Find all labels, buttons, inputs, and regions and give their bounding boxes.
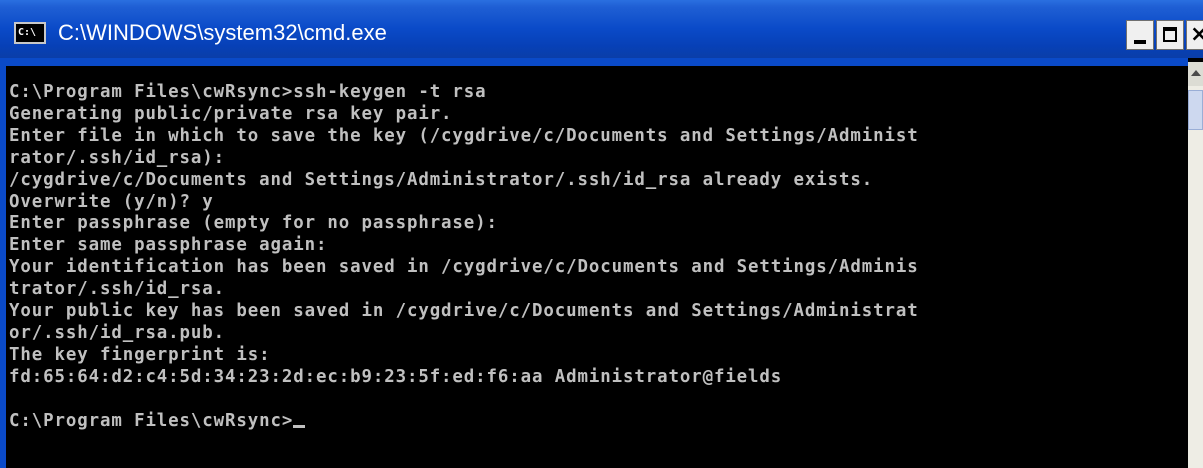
console-line: rator/.ssh/id_rsa): [9,147,226,168]
console-line: or/.ssh/id_rsa.pub. [9,322,226,343]
window-frame-top [0,58,1188,66]
console-output[interactable]: C:\Program Files\cwRsync>ssh-keygen -t r… [6,66,1186,468]
console-line: Overwrite (y/n)? y [9,191,214,212]
maximize-button[interactable] [1156,20,1184,50]
console-line: trator/.ssh/id_rsa. [9,279,226,300]
maximize-icon [1163,27,1177,42]
text-cursor [293,424,306,428]
console-prompt: C:\Program Files\cwRsync> [9,410,294,431]
cmd-window: C:\ C:\WINDOWS\system32\cmd.exe × C:\Pro… [0,0,1203,468]
console-line: /cygdrive/c/Documents and Settings/Admin… [9,169,874,190]
vertical-scrollbar[interactable] [1188,62,1203,468]
close-icon: × [1190,23,1203,47]
console-line: Enter file in which to save the key (/cy… [9,125,919,146]
scroll-thumb[interactable] [1188,90,1203,130]
console-app-icon[interactable]: C:\ [14,22,46,44]
minimize-button[interactable] [1126,20,1154,50]
console-line: Enter passphrase (empty for no passphras… [9,213,498,234]
console-line: Your identification has been saved in /c… [9,257,919,278]
console-line: fd:65:64:d2:c4:5d:34:23:2d:ec:b9:23:5f:e… [9,366,783,387]
console-line: The key fingerprint is: [9,344,271,365]
minimize-icon [1134,40,1146,44]
arrow-up-icon [1191,70,1201,76]
scroll-up-button[interactable] [1188,62,1203,86]
console-app-icon-label: C:\ [18,27,37,38]
console-text: C:\Program Files\cwRsync>ssh-keygen -t r… [6,66,1186,433]
close-button[interactable]: × [1186,20,1203,50]
console-line: Your public key has been saved in /cygdr… [9,301,919,322]
title-bar[interactable]: C:\ C:\WINDOWS\system32\cmd.exe × [0,0,1203,58]
console-line: Generating public/private rsa key pair. [9,103,453,124]
console-line: C:\Program Files\cwRsync>ssh-keygen -t r… [9,82,487,102]
console-line: Enter same passphrase again: [9,235,328,256]
window-title: C:\WINDOWS\system32\cmd.exe [58,20,387,45]
